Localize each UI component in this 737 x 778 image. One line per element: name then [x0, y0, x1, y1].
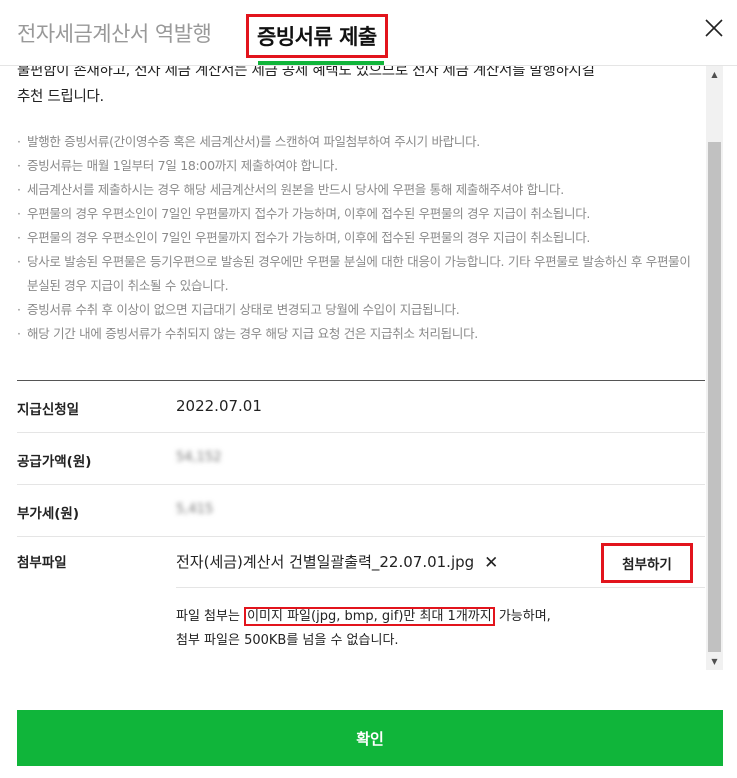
attachment-help-line-1: 파일 첨부는 이미지 파일(jpg, bmp, gif)만 최대 1개까지 가능…: [176, 605, 551, 629]
tab-submit-documents[interactable]: 증빙서류 제출: [246, 14, 388, 58]
notice-item: 우편물의 경우 우편소인이 7일인 우편물까지 접수가 가능하며, 이후에 접수…: [17, 202, 697, 226]
help-text-post: 가능하며,: [494, 609, 551, 624]
active-tab-indicator: [258, 61, 384, 65]
confirm-button[interactable]: 확인: [17, 710, 723, 766]
attached-file-name: 전자(세금)계산서 건별일괄출력_22.07.01.jpg: [176, 553, 475, 571]
notice-item: 세금계산서를 제출하시는 경우 해당 세금계산서의 원본을 반드시 당사에 우편…: [17, 178, 697, 202]
notice-item: 발행한 증빙서류(간이영수증 혹은 세금계산서)를 스캔하여 파일첨부하여 주시…: [17, 130, 697, 154]
modal-header: 전자세금계산서 역발행 증빙서류 제출: [0, 0, 737, 66]
intro-line-2: 추천 드립니다.: [17, 89, 104, 105]
notice-item: 당사로 발송된 우편물은 등기우편으로 발송된 경우에만 우편물 분실에 대한 …: [17, 250, 697, 298]
remove-file-icon[interactable]: ✕: [484, 553, 498, 573]
submission-form: 지급신청일 2022.07.01 공급가액(원) 54,152 부가세(원) 5…: [17, 380, 705, 670]
notice-item: 해당 기간 내에 증빙서류가 수취되지 않는 경우 해당 지급 요청 건은 지급…: [17, 322, 697, 346]
row-attachment: 첨부파일 전자(세금)계산서 건별일괄출력_22.07.01.jpg ✕ 첨부하기…: [17, 537, 705, 670]
attachment-help: 파일 첨부는 이미지 파일(jpg, bmp, gif)만 최대 1개까지 가능…: [176, 605, 551, 653]
vat-label: 부가세(원): [17, 506, 80, 522]
scrollbar-thumb[interactable]: [708, 142, 721, 652]
row-request-date: 지급신청일 2022.07.01: [17, 381, 705, 433]
tab-reverse-issue[interactable]: 전자세금계산서 역발행: [17, 18, 212, 48]
attachment-label: 첨부파일: [17, 555, 67, 571]
attach-file-button[interactable]: 첨부하기: [601, 543, 693, 583]
notice-item: 증빙서류 수취 후 이상이 없으면 지급대기 상태로 변경되고 당월에 수입이 …: [17, 298, 697, 322]
attachment-help-line-2: 첨부 파일은 500KB를 넘을 수 없습니다.: [176, 633, 399, 648]
scroll-content: 불편함이 존재하고, 전자 세금 계산서는 세금 공제 혜택도 있으므로 전자 …: [0, 66, 706, 670]
help-text-highlight: 이미지 파일(jpg, bmp, gif)만 최대 1개까지: [244, 607, 495, 626]
attachment-divider: [176, 587, 705, 588]
close-icon: [705, 19, 723, 37]
vat-value: 5,415: [176, 502, 214, 517]
scroll-up-arrow-icon[interactable]: ▲: [706, 66, 723, 83]
request-date-value: 2022.07.01: [176, 397, 262, 415]
scroll-down-arrow-icon[interactable]: ▼: [706, 653, 723, 670]
request-date-label: 지급신청일: [17, 402, 80, 418]
notice-item: 우편물의 경우 우편소인이 7일인 우편물까지 접수가 가능하며, 이후에 접수…: [17, 226, 697, 250]
supply-amount-label: 공급가액(원): [17, 454, 92, 470]
row-supply-amount: 공급가액(원) 54,152: [17, 433, 705, 485]
help-text-pre: 파일 첨부는: [176, 609, 245, 624]
intro-text: 불편함이 존재하고, 전자 세금 계산서는 세금 공제 혜택도 있으므로 전자 …: [17, 66, 595, 110]
supply-amount-value: 54,152: [176, 450, 222, 465]
notice-list: 발행한 증빙서류(간이영수증 혹은 세금계산서)를 스캔하여 파일첨부하여 주시…: [17, 130, 697, 346]
intro-line-1: 불편함이 존재하고, 전자 세금 계산서는 세금 공제 혜택도 있으므로 전자 …: [17, 66, 595, 79]
notice-item: 증빙서류는 매월 1일부터 7일 18:00까지 제출하여야 합니다.: [17, 154, 697, 178]
attached-file: 전자(세금)계산서 건별일괄출력_22.07.01.jpg ✕: [176, 551, 498, 573]
close-button[interactable]: [700, 14, 728, 42]
vertical-scrollbar[interactable]: ▲ ▼: [706, 66, 723, 670]
row-vat: 부가세(원) 5,415: [17, 485, 705, 537]
